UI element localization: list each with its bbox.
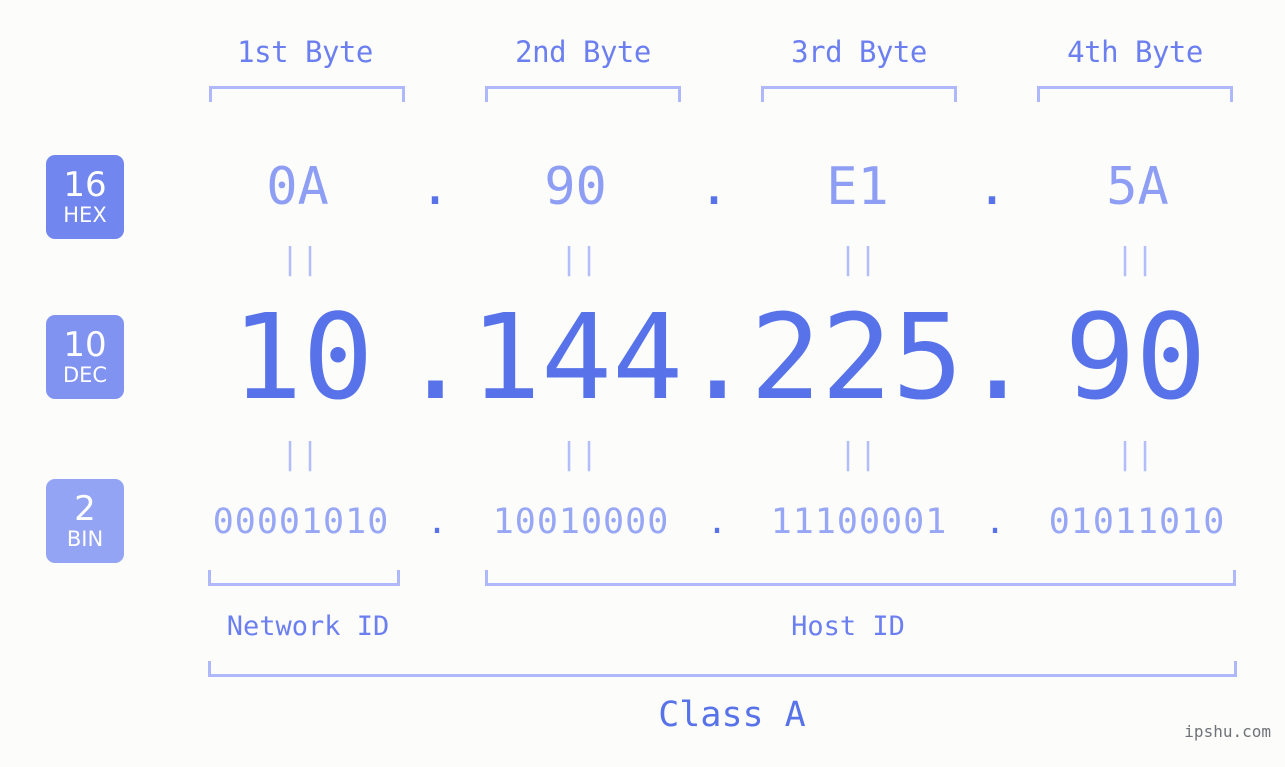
network-id-label: Network ID [226,611,390,642]
class-label: Class A [658,695,806,735]
byte-bracket-4 [1037,86,1233,102]
dec-byte-2: 144 [470,288,684,426]
hex-separator-3: . [976,157,1008,217]
byte-header-2: 2nd Byte [515,35,651,69]
equals-mark-dec-bin-3: || [839,437,880,472]
equals-mark-hex-dec-1: || [281,242,322,277]
equals-mark-dec-bin-1: || [281,437,322,472]
ip-breakdown-diagram: 1st Byte 2nd Byte 3rd Byte 4th Byte 16 H… [0,0,1285,767]
dec-separator-3: . [962,288,1034,426]
bin-separator-2: . [706,502,728,542]
site-watermark: ipshu.com [1184,722,1271,741]
dec-byte-3: 225 [750,288,964,426]
hex-byte-1: 0A [266,157,329,217]
equals-mark-dec-bin-4: || [1116,437,1157,472]
byte-bracket-3 [761,86,957,102]
dec-separator-1: . [400,288,472,426]
network-id-bracket [208,570,400,586]
byte-header-1: 1st Byte [237,35,373,69]
hex-byte-2: 90 [544,157,607,217]
radix-badge-bin: 2 BIN [46,479,124,563]
radix-badge-hex-number: 16 [63,164,107,205]
byte-bracket-2 [485,86,681,102]
radix-badge-hex-abbr: HEX [63,202,107,227]
radix-badge-bin-number: 2 [74,488,96,529]
hex-separator-1: . [419,157,451,217]
radix-badge-hex: 16 HEX [46,155,124,239]
dec-byte-4: 90 [1064,288,1207,426]
dec-byte-1: 10 [231,288,374,426]
bin-byte-4: 01011010 [1048,502,1226,542]
bin-byte-1: 00001010 [212,502,390,542]
byte-bracket-1 [209,86,405,102]
hex-byte-3: E1 [826,157,889,217]
equals-mark-hex-dec-3: || [839,242,880,277]
byte-header-3: 3rd Byte [791,35,927,69]
radix-badge-dec-abbr: DEC [62,362,108,387]
equals-mark-hex-dec-4: || [1116,242,1157,277]
bin-separator-3: . [984,502,1006,542]
radix-badge-dec: 10 DEC [46,315,124,399]
bin-byte-3: 11100001 [770,502,948,542]
radix-badge-dec-number: 10 [63,324,107,365]
radix-badge-bin-abbr: BIN [66,526,104,551]
class-bracket [208,661,1237,677]
dec-separator-2: . [682,288,754,426]
byte-header-4: 4th Byte [1067,35,1203,69]
bin-byte-2: 10010000 [492,502,670,542]
equals-mark-dec-bin-2: || [560,437,601,472]
hex-separator-2: . [698,157,730,217]
host-id-label: Host ID [791,611,905,642]
equals-mark-hex-dec-2: || [560,242,601,277]
bin-separator-1: . [426,502,448,542]
host-id-bracket [485,570,1236,586]
hex-byte-4: 5A [1106,157,1169,217]
